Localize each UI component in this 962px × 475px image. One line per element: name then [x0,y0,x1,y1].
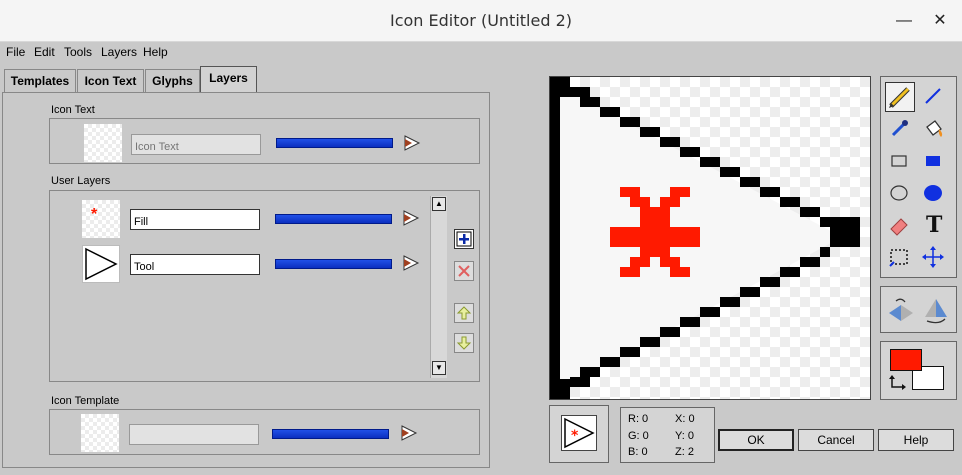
icon-text-opacity-slider[interactable] [276,138,393,148]
preview-image: * [561,415,597,451]
icon-text-thumbnail [84,124,122,162]
fill-tool[interactable] [919,115,949,145]
triangle-icon [85,247,118,281]
scroll-down-arrow-icon[interactable]: ▼ [432,361,446,375]
window-title: Icon Editor (Untitled 2) [389,11,572,30]
red-value: R: 0 [628,413,649,425]
filled-rectangle-icon [926,156,940,166]
icon-template-thumbnail [81,414,119,452]
layer-tool-visibility-icon[interactable] [402,255,420,271]
ellipse-tool[interactable] [885,179,915,209]
blue-value: B: 0 [628,446,648,458]
fill-glyph: * [91,206,98,223]
move-layer-up-button[interactable] [454,303,474,323]
marquee-select-icon [889,249,908,267]
toolbox: T [880,76,957,278]
rectangle-tool[interactable] [885,147,915,177]
layers-scrollbar[interactable]: ▲ ▼ [430,196,447,378]
help-button[interactable]: Help [878,429,954,451]
transform-box [880,286,957,333]
line-icon [925,88,941,104]
layer-tool-thumbnail[interactable] [82,245,120,283]
rotate-icon[interactable] [921,295,951,325]
icon-template-visibility-icon[interactable] [400,425,418,441]
icon-template-opacity-slider[interactable] [272,429,389,439]
svg-text:*: * [571,428,579,444]
select-tool[interactable] [885,243,915,273]
green-value: G: 0 [628,430,649,442]
plus-icon [456,231,472,247]
foreground-color-swatch[interactable] [890,349,922,371]
pencil-icon [889,87,910,108]
x-coordinate: X: 0 [675,413,695,425]
eraser-icon [890,218,908,236]
icon-text-section-label: Icon Text [51,104,95,116]
cancel-button[interactable]: Cancel [798,429,874,451]
menu-bar: File Edit Tools Layers Help [0,42,962,62]
rectangle-icon [891,155,907,167]
filled-ellipse-tool[interactable] [919,179,949,209]
menu-help[interactable]: Help [143,45,168,59]
layer-tool-name-input[interactable] [130,254,260,275]
delete-x-icon [458,265,470,277]
icon-text-input[interactable] [131,134,261,155]
arrow-down-icon [456,336,472,350]
user-layers-section-label: User Layers [51,175,111,187]
layer-tool-opacity-slider[interactable] [275,259,392,269]
dropper-tool[interactable] [885,115,915,145]
y-coordinate: Y: 0 [675,430,694,442]
swap-colors-icon[interactable] [888,375,908,393]
z-coordinate: Z: 2 [675,446,694,458]
color-selector [880,341,957,400]
layer-fill-thumbnail[interactable]: * [82,200,120,238]
eraser-tool[interactable] [885,211,915,241]
flip-horizontal-icon[interactable] [886,295,916,325]
minimize-button[interactable]: — [893,10,915,32]
move-tool[interactable] [919,243,949,273]
close-button[interactable]: ✕ [929,10,951,32]
layer-fill-name-input[interactable] [130,209,260,230]
icon-template-section-label: Icon Template [51,395,120,407]
ok-button[interactable]: OK [718,429,794,451]
move-layer-down-button[interactable] [454,333,474,353]
move-arrows-icon [922,246,944,268]
icon-text-visibility-icon[interactable] [403,135,421,151]
pixel-info-panel: R: 0 G: 0 B: 0 X: 0 Y: 0 Z: 2 [620,407,715,463]
drawing-canvas[interactable] [549,76,871,400]
preview-triangle-icon: * [564,417,595,449]
menu-layers[interactable]: Layers [101,45,137,59]
text-tool-icon: T [926,212,943,238]
add-layer-button[interactable] [454,229,474,249]
filled-rectangle-tool[interactable] [919,147,949,177]
icon-preview: * [549,405,609,463]
delete-layer-button[interactable] [454,261,474,281]
icon-template-input[interactable] [129,424,259,445]
tab-icon-text[interactable]: Icon Text [77,69,144,92]
canvas-artwork [550,77,860,399]
ellipse-icon [890,185,908,201]
tab-glyphs[interactable]: Glyphs [145,69,200,92]
menu-tools[interactable]: Tools [64,45,92,59]
title-bar: Icon Editor (Untitled 2) — ✕ [0,0,962,42]
line-tool[interactable] [919,82,949,112]
layer-fill-opacity-slider[interactable] [275,214,392,224]
filled-ellipse-icon [924,185,942,201]
pencil-tool[interactable] [885,82,915,112]
tab-templates[interactable]: Templates [4,69,76,92]
scroll-up-arrow-icon[interactable]: ▲ [432,197,446,211]
text-tool[interactable]: T [919,211,949,241]
eyedropper-icon [891,120,908,137]
tab-layers[interactable]: Layers [200,66,257,93]
menu-edit[interactable]: Edit [34,45,55,59]
menu-file[interactable]: File [6,45,25,59]
layer-fill-visibility-icon[interactable] [402,210,420,226]
paint-bucket-icon [926,120,943,137]
arrow-up-icon [456,306,472,320]
